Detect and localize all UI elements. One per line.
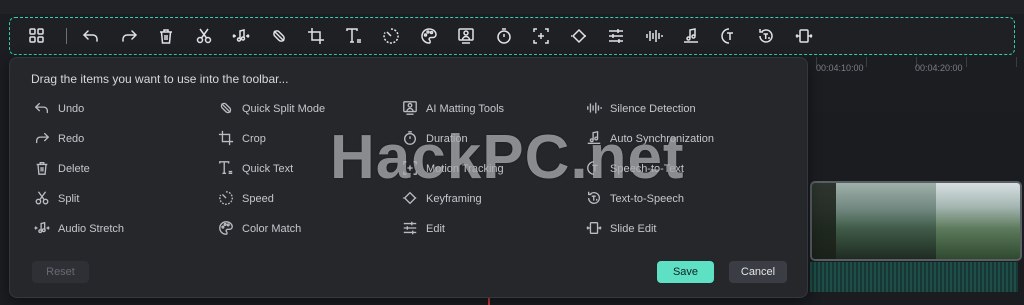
video-clip[interactable] [810, 181, 1022, 261]
crop-icon [218, 130, 234, 149]
item-label: Delete [58, 163, 90, 175]
layout-grid-icon[interactable] [18, 17, 56, 55]
text-to-speech-icon[interactable] [748, 17, 786, 55]
edit-icon[interactable] [598, 17, 636, 55]
silence-detection-icon [586, 100, 602, 119]
quick-split-mode-icon[interactable] [260, 17, 298, 55]
toolbar-item-split[interactable]: Split [34, 188, 79, 210]
undo-icon [34, 100, 50, 119]
panel-title: Drag the items you want to use into the … [31, 72, 289, 86]
timeline-ruler[interactable]: 00:04:10:00 00:04:20:00 [808, 57, 1024, 114]
delete-icon [34, 160, 50, 179]
delete-icon[interactable] [148, 17, 186, 55]
reset-button[interactable]: Reset [32, 261, 89, 283]
toolbar-item-quick-text[interactable]: Quick Text [218, 158, 293, 180]
top-strip [0, 0, 1024, 14]
keyframing-icon[interactable] [560, 17, 598, 55]
toolbar-item-redo[interactable]: Redo [34, 128, 84, 150]
quick-text-icon[interactable] [335, 17, 373, 55]
toolbar-item-speed[interactable]: Speed [218, 188, 274, 210]
item-label: Color Match [242, 223, 302, 235]
item-label: Speed [242, 193, 274, 205]
redo-icon [34, 130, 50, 149]
ai-matting-icon[interactable] [448, 17, 486, 55]
audio-waveform [810, 262, 1018, 292]
customizable-toolbar[interactable] [9, 17, 1015, 55]
audio-stretch-icon [34, 220, 50, 239]
redo-icon[interactable] [110, 17, 148, 55]
speech-to-text-icon[interactable] [710, 17, 748, 55]
motion-tracking-icon[interactable] [523, 17, 561, 55]
split-icon [34, 190, 50, 209]
duration-icon[interactable] [485, 17, 523, 55]
item-label: Slide Edit [610, 223, 657, 235]
ai-matting-icon [402, 100, 418, 119]
item-label: Split [58, 193, 80, 205]
toolbar-item-delete[interactable]: Delete [34, 158, 90, 180]
toolbar-item-ai-matting-tools[interactable]: AI Matting Tools [402, 98, 504, 120]
item-label: Silence Detection [610, 103, 696, 115]
speed-icon[interactable] [373, 17, 411, 55]
toolbar-item-crop[interactable]: Crop [218, 128, 266, 150]
quick-text-icon [218, 160, 234, 179]
toolbar-item-undo[interactable]: Undo [34, 98, 84, 120]
toolbar-item-audio-stretch[interactable]: Audio Stretch [34, 218, 124, 240]
crop-icon[interactable] [298, 17, 336, 55]
silence-detection-icon[interactable] [635, 17, 673, 55]
split-icon[interactable] [185, 17, 223, 55]
item-label: Redo [58, 133, 85, 145]
item-label: Audio Stretch [58, 223, 125, 235]
toolbar-item-silence-detection[interactable]: Silence Detection [586, 98, 696, 120]
item-label: AI Matting Tools [426, 103, 505, 115]
speed-icon [218, 190, 234, 209]
color-match-icon [218, 220, 234, 239]
item-label: Keyframing [426, 193, 482, 205]
undo-icon[interactable] [73, 17, 111, 55]
color-match-icon[interactable] [410, 17, 448, 55]
toolbar-item-edit[interactable]: Edit [402, 218, 445, 240]
ruler-time-label: 00:04:20:00 [915, 63, 963, 73]
item-label: Quick Text [242, 163, 294, 175]
clip-thumbnail [936, 183, 1020, 259]
save-button[interactable]: Save [657, 261, 714, 283]
slide-edit-icon[interactable] [785, 17, 823, 55]
auto-synchronization-icon[interactable] [673, 17, 711, 55]
item-label: Quick Split Mode [242, 103, 326, 115]
playhead[interactable] [488, 297, 490, 305]
item-label: Edit [426, 223, 445, 235]
slide-edit-icon [586, 220, 602, 239]
toolbar-divider [65, 28, 67, 44]
item-label: Crop [242, 133, 266, 145]
quick-split-mode-icon [218, 100, 234, 119]
ruler-time-label: 00:04:10:00 [816, 63, 864, 73]
toolbar-item-slide-edit[interactable]: Slide Edit [586, 218, 656, 240]
edit-icon [402, 220, 418, 239]
toolbar-item-color-match[interactable]: Color Match [218, 218, 301, 240]
item-label: Text-to-Speech [610, 193, 684, 205]
watermark-text: HackPC.net [330, 123, 685, 192]
cancel-button[interactable]: Cancel [729, 261, 787, 283]
toolbar-item-quick-split-mode[interactable]: Quick Split Mode [218, 98, 325, 120]
item-label: Undo [58, 103, 85, 115]
audio-stretch-icon[interactable] [223, 17, 261, 55]
